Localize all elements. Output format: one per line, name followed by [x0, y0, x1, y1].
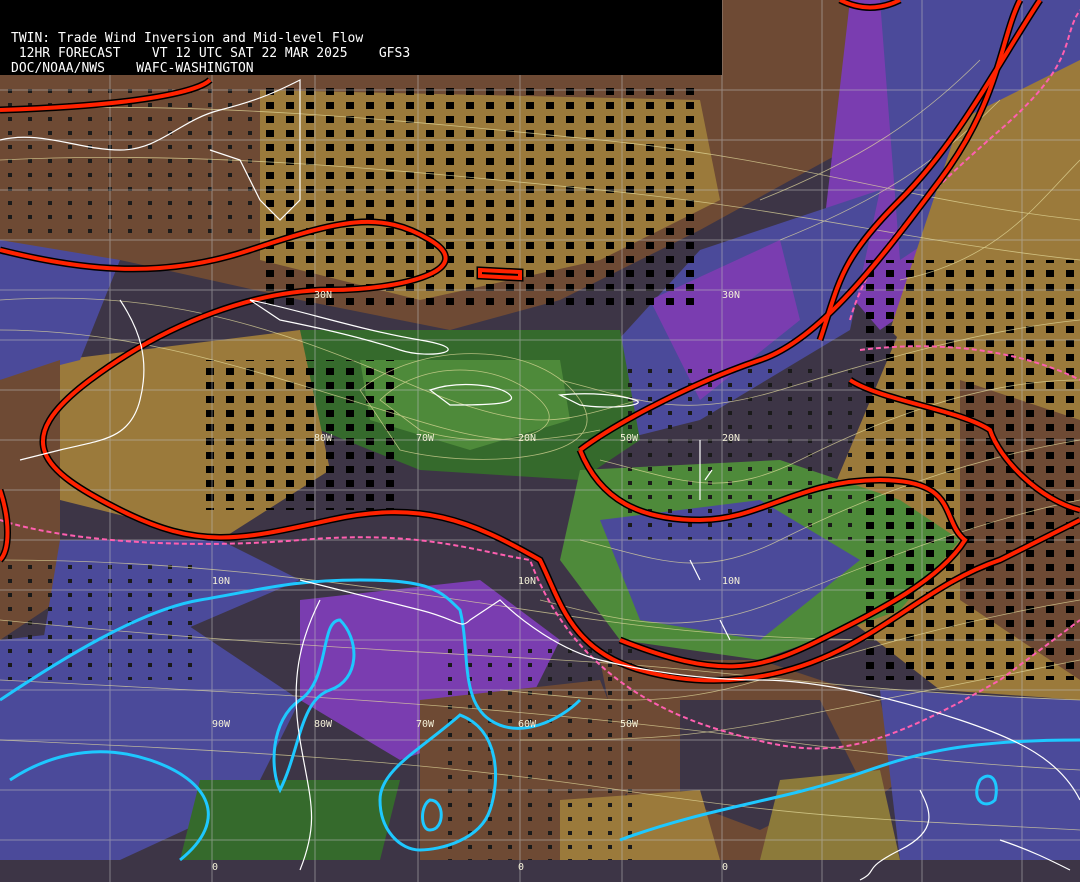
grid-label: 50W: [620, 719, 639, 730]
chart-header: TWIN: Trade Wind Inversion and Mid-level…: [0, 0, 722, 76]
chart-title: TWIN: Trade Wind Inversion and Mid-level…: [11, 31, 364, 46]
grid-label: 80W: [314, 433, 333, 444]
grid-label: 30N: [314, 290, 332, 301]
grid-label: 70W: [416, 433, 435, 444]
grid-label: 30N: [722, 290, 740, 301]
grid-label: 10N: [518, 576, 536, 587]
grid-label: 20N: [518, 433, 536, 444]
grid-label: 10N: [722, 576, 740, 587]
grid-label: 60W: [518, 719, 537, 730]
forecast-map: 30N 20N 10N 10N 10N 30N 20N 80W 70W 50W 90W 80W 70W 6…: [0, 0, 1080, 882]
forecast-valid-time: 12HR FORECAST VT 12 UTC SAT 22 MAR 2025 …: [11, 46, 411, 61]
grid-label: 10N: [212, 576, 230, 587]
grid-label: 90W: [212, 719, 231, 730]
grid-label: 0: [722, 862, 728, 873]
grid-label: 70W: [416, 719, 435, 730]
grid-label: 50W: [620, 433, 639, 444]
grid-label: 0: [518, 862, 524, 873]
grid-label: 0: [212, 862, 218, 873]
issuing-agency: DOC/NOAA/NWS WAFC-WASHINGTON: [11, 61, 254, 76]
grid-label: 80W: [314, 719, 333, 730]
grid-label: 20N: [722, 433, 740, 444]
